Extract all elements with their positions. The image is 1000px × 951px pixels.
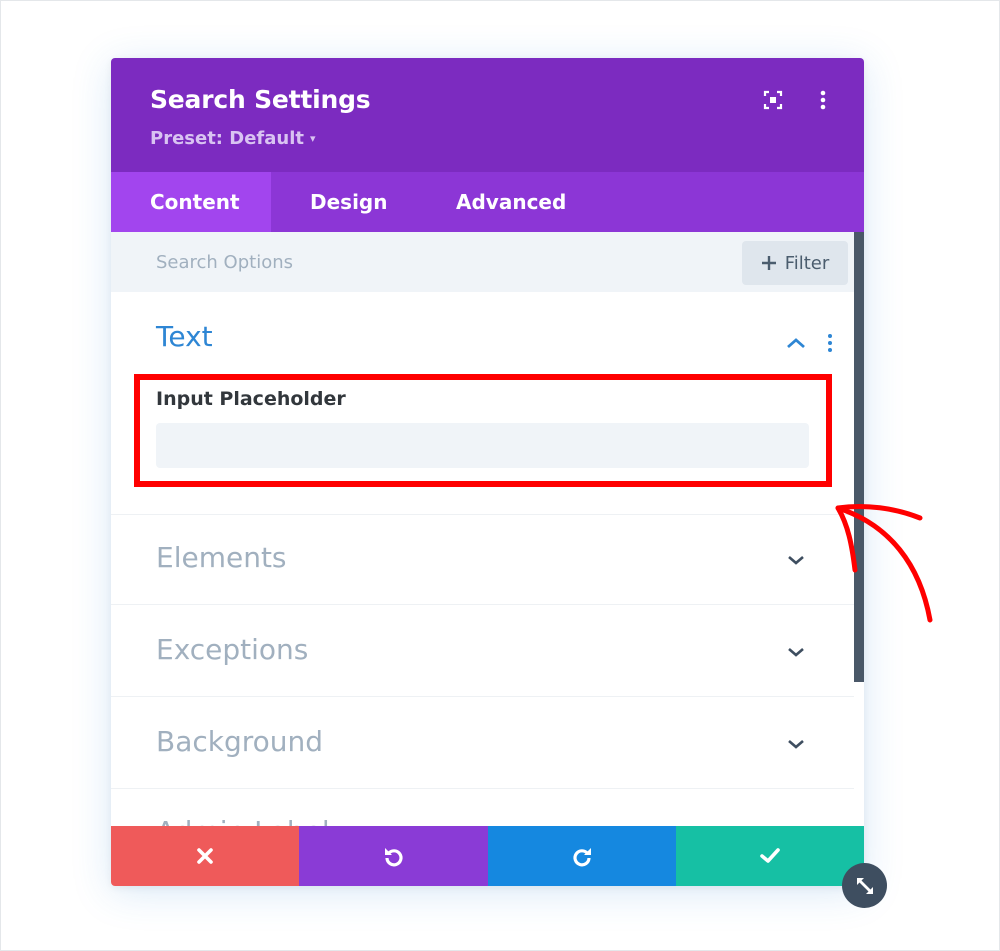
tab-bar: Content Design Advanced xyxy=(111,172,864,232)
caret-down-icon: ▾ xyxy=(309,132,316,145)
section-title-text[interactable]: Text xyxy=(156,320,213,353)
modal-header: Search Settings Preset: Default ▾ xyxy=(111,58,864,172)
preset-selector[interactable]: Preset: Default ▾ xyxy=(150,128,316,149)
filter-button[interactable]: Filter xyxy=(742,241,848,285)
chevron-down-icon[interactable] xyxy=(785,549,807,571)
modal-footer xyxy=(111,826,864,886)
section-more-icon[interactable] xyxy=(823,332,837,354)
search-settings-modal: Search Settings Preset: Default ▾ Content… xyxy=(111,58,864,886)
cancel-button[interactable] xyxy=(111,826,299,886)
preset-label: Preset: Default xyxy=(150,128,304,149)
filter-label: Filter xyxy=(784,252,830,274)
resize-handle[interactable] xyxy=(842,863,887,908)
search-options-input[interactable]: Search Options xyxy=(156,252,293,273)
plus-icon xyxy=(761,256,776,270)
tab-content[interactable]: Content xyxy=(111,172,271,232)
input-placeholder-label: Input Placeholder xyxy=(156,388,346,410)
check-icon xyxy=(760,848,780,863)
redo-button[interactable] xyxy=(488,826,676,886)
resize-diagonal-icon xyxy=(856,877,873,894)
chevron-up-icon[interactable] xyxy=(785,332,807,354)
settings-content: Text Input Placeholder Elements Exceptio… xyxy=(111,292,854,886)
save-button[interactable] xyxy=(676,826,864,886)
redo-icon xyxy=(573,848,591,867)
tab-design[interactable]: Design xyxy=(271,172,417,232)
section-title-background: Background xyxy=(156,725,324,758)
tab-advanced[interactable]: Advanced xyxy=(417,172,566,232)
more-vertical-icon[interactable] xyxy=(809,86,837,114)
undo-button[interactable] xyxy=(299,826,488,886)
section-text: Text Input Placeholder xyxy=(111,292,854,515)
section-elements[interactable]: Elements xyxy=(111,515,854,605)
input-placeholder-field[interactable] xyxy=(156,423,809,468)
chevron-down-icon[interactable] xyxy=(785,733,807,755)
modal-title: Search Settings xyxy=(150,85,371,114)
undo-icon xyxy=(384,848,403,867)
section-title-elements: Elements xyxy=(156,541,287,574)
expand-icon[interactable] xyxy=(759,86,787,114)
chevron-down-icon[interactable] xyxy=(785,641,807,663)
close-icon xyxy=(197,848,213,864)
section-exceptions[interactable]: Exceptions xyxy=(111,605,854,697)
section-title-exceptions: Exceptions xyxy=(156,633,309,666)
section-background[interactable]: Background xyxy=(111,697,854,789)
scrollbar[interactable] xyxy=(854,232,864,682)
options-toolbar: Search Options Filter xyxy=(111,232,864,292)
